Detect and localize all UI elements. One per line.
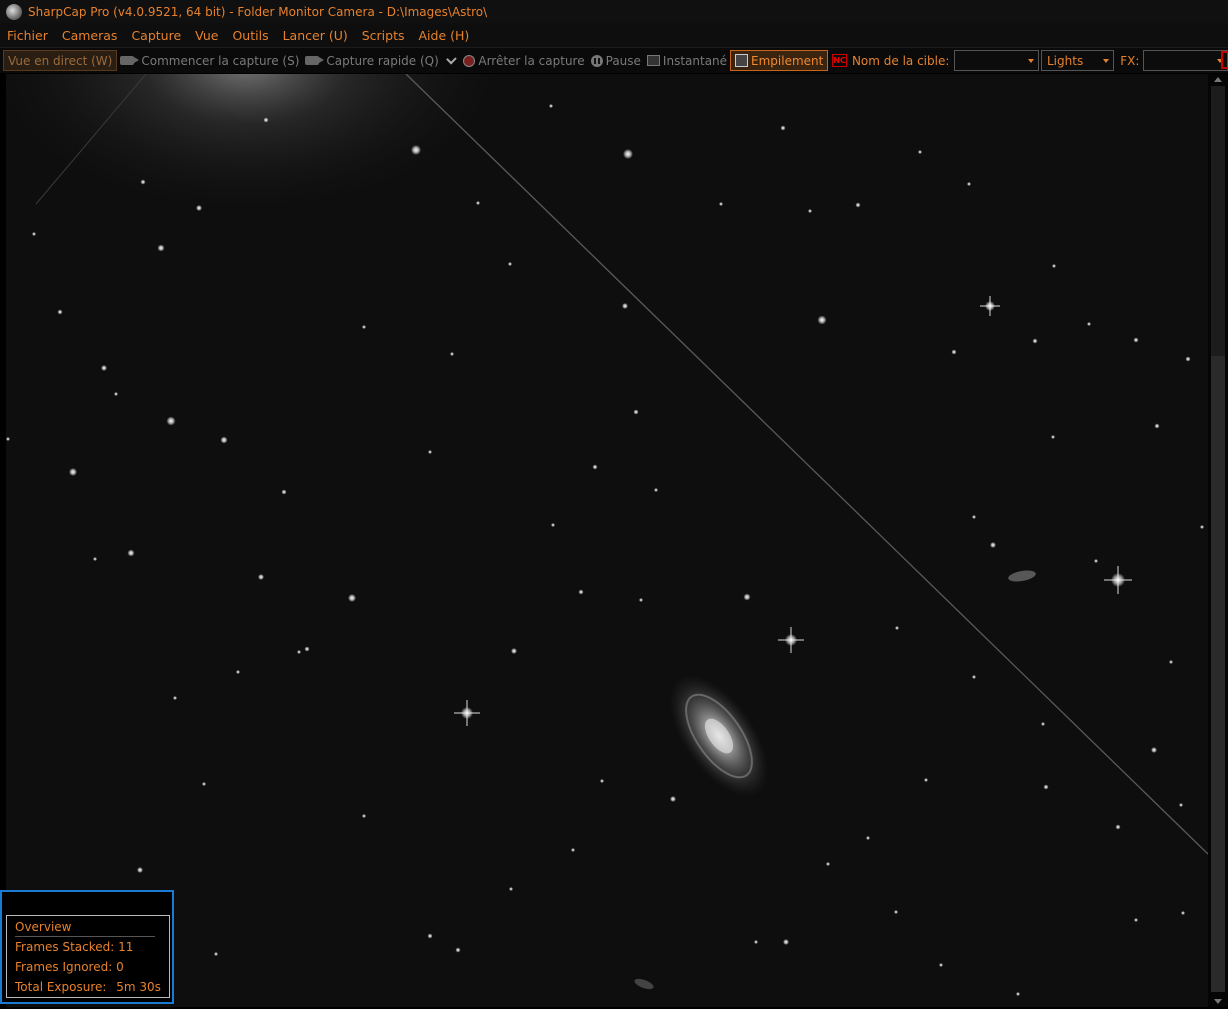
total-exposure-label: Total Exposure: xyxy=(15,980,107,994)
frames-stacked-row: Frames Stacked: 11 xyxy=(15,940,133,954)
total-exposure-row: Total Exposure: 5m 30s xyxy=(15,980,161,994)
video-camera-icon xyxy=(120,56,140,65)
total-exposure-value: 5m 30s xyxy=(116,980,161,994)
frames-ignored-label: Frames Ignored: xyxy=(15,960,113,974)
live-view-button[interactable]: Vue en direct (W) xyxy=(3,50,118,71)
title-bar: SharpCap Pro (v4.0.9521, 64 bit) - Folde… xyxy=(0,0,1228,23)
menu-outils[interactable]: Outils xyxy=(225,28,275,43)
caret-down-icon xyxy=(1103,59,1110,63)
caret-down-icon xyxy=(1028,59,1034,63)
image-viewport[interactable] xyxy=(6,74,1208,1007)
snapshot-label: Instantané xyxy=(662,53,728,68)
pause-icon xyxy=(590,54,603,67)
frame-type-select[interactable]: Lights xyxy=(1041,50,1115,71)
scroll-up-arrow-icon[interactable] xyxy=(1214,77,1222,82)
video-camera-icon xyxy=(305,56,325,65)
scrollbar-track xyxy=(1211,86,1225,356)
menu-aide[interactable]: Aide (H) xyxy=(412,28,477,43)
scroll-down-arrow-icon[interactable] xyxy=(1214,999,1222,1004)
start-capture-label: Commencer la capture (S) xyxy=(141,53,300,68)
not-connected-icon: NC xyxy=(832,54,847,67)
snapshot-icon xyxy=(646,55,660,66)
pause-button[interactable]: Pause xyxy=(588,50,644,71)
starfield-image xyxy=(6,74,1208,1007)
fx-label: FX: xyxy=(1120,53,1140,68)
live-view-label: Vue en direct (W) xyxy=(8,53,113,68)
stack-icon xyxy=(735,54,749,67)
stacking-label: Empilement xyxy=(751,53,824,68)
menu-cameras[interactable]: Cameras xyxy=(55,28,125,43)
frame-type-value: Lights xyxy=(1047,53,1084,68)
sharpcap-app-icon xyxy=(6,3,22,20)
pause-label: Pause xyxy=(605,53,641,68)
overview-panel: Overview Frames Stacked: 11 Frames Ignor… xyxy=(6,915,170,998)
frames-ignored-row: Frames Ignored: 0 xyxy=(15,960,124,974)
snapshot-button[interactable]: Instantané xyxy=(644,50,730,71)
frames-stacked-value: 11 xyxy=(118,940,134,954)
menu-scripts[interactable]: Scripts xyxy=(355,28,412,43)
quick-capture-label: Capture rapide (Q) xyxy=(326,53,439,68)
scrollbar-thumb[interactable] xyxy=(1211,356,1225,992)
menu-bar: Fichier Cameras Capture Vue Outils Lance… xyxy=(0,23,1228,48)
target-name-label: Nom de la cible: xyxy=(851,53,950,68)
menu-fichier[interactable]: Fichier xyxy=(0,28,55,43)
stop-icon xyxy=(463,54,476,67)
window-title: SharpCap Pro (v4.0.9521, 64 bit) - Folde… xyxy=(28,4,488,19)
vertical-scrollbar[interactable] xyxy=(1208,74,1228,1007)
menu-lancer[interactable]: Lancer (U) xyxy=(276,28,355,43)
capture-toolbar: Vue en direct (W) Commencer la capture (… xyxy=(0,48,1228,73)
fx-select[interactable] xyxy=(1143,50,1228,71)
frames-ignored-value: 0 xyxy=(116,960,124,974)
overview-divider xyxy=(15,936,155,937)
toolbar-overflow-indicator xyxy=(1221,51,1228,69)
chevron-down-icon[interactable] xyxy=(445,53,457,64)
target-name-select[interactable] xyxy=(954,50,1039,71)
overview-title: Overview xyxy=(15,920,72,934)
overview-panel-highlight: Overview Frames Stacked: 11 Frames Ignor… xyxy=(0,890,174,1004)
menu-vue[interactable]: Vue xyxy=(188,28,225,43)
quick-capture-button[interactable]: Capture rapide (Q) xyxy=(302,50,441,71)
stacking-button[interactable]: Empilement xyxy=(730,50,829,71)
start-capture-button[interactable]: Commencer la capture (S) xyxy=(117,50,302,71)
stop-capture-button[interactable]: Arrêter la capture xyxy=(460,50,587,71)
stop-capture-label: Arrêter la capture xyxy=(478,53,585,68)
menu-capture[interactable]: Capture xyxy=(124,28,188,43)
frames-stacked-label: Frames Stacked: xyxy=(15,940,115,954)
